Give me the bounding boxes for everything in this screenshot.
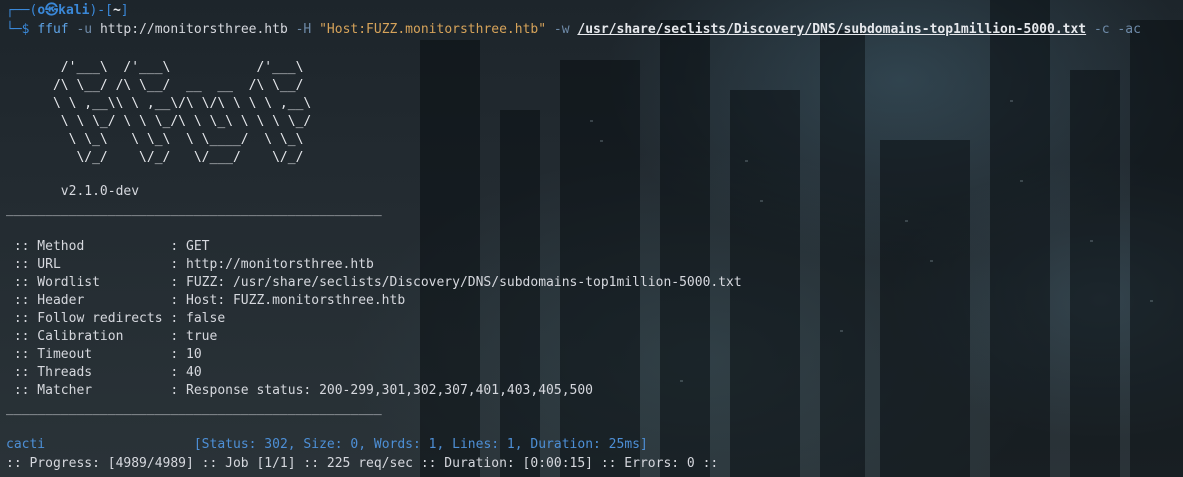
config-key: :: Threads : xyxy=(6,365,187,380)
config-key: :: Timeout : xyxy=(6,347,187,362)
config-value: true xyxy=(186,329,218,344)
command-line[interactable]: └─$ ffuf -u http://monitorsthree.htb -H … xyxy=(6,21,1141,39)
prompt-header: ┌──(o㉿kali)-[~] xyxy=(6,2,129,20)
config-method: :: Method : GET xyxy=(6,238,210,256)
target-url: http://monitorsthree.htb xyxy=(99,22,288,37)
banner-line: /'___\ /'___\ /'___\ xyxy=(6,60,304,75)
config-header: :: Header : Host: FUZZ.monitorsthree.htb xyxy=(6,292,405,310)
prompt-user: o㉿kali xyxy=(37,3,90,18)
config-threads: :: Threads : 40 xyxy=(6,364,202,382)
config-key: :: Matcher : xyxy=(6,383,187,398)
terminal-window[interactable]: ┌──(o㉿kali)-[~] └─$ ffuf -u http://monit… xyxy=(0,0,1183,477)
config-key: :: URL : xyxy=(6,257,187,272)
banner-line: \ \ ,__\\ \ ,__\/\ \/\ \ \ \ ,__\ xyxy=(6,96,312,111)
progress-status: :: Progress: [4989/4989] :: Job [1/1] ::… xyxy=(6,456,719,471)
prompt-directory: ~ xyxy=(112,3,121,18)
config-value: http://monitorsthree.htb xyxy=(186,257,374,272)
config-value: FUZZ: /usr/share/seclists/Discovery/DNS/… xyxy=(186,275,742,290)
result-padding xyxy=(45,437,194,452)
flag-ac: -ac xyxy=(1109,22,1141,37)
banner-line: \ \_\ \ \_\ \ \____/ \ \_\ xyxy=(6,132,304,147)
result-row: cacti [Status: 302, Size: 0, Words: 1, L… xyxy=(6,436,648,454)
config-value: Response status: 200-299,301,302,307,401… xyxy=(186,383,594,398)
result-subdomain: cacti xyxy=(6,437,46,452)
config-key: :: Method : xyxy=(6,239,187,254)
divider-bottom: ________________________________________… xyxy=(6,401,382,416)
divider-top: ________________________________________… xyxy=(6,202,382,217)
config-key: :: Calibration : xyxy=(6,329,187,344)
version-label: v2.1.0-dev xyxy=(6,184,140,199)
banner-line: \ \ \_/ \ \ \_/\ \ \_\ \ \ \ \_/ xyxy=(6,114,312,129)
host-header-arg: "Host:FUZZ.monitorsthree.htb" xyxy=(319,22,547,37)
config-url: :: URL : http://monitorsthree.htb xyxy=(6,256,374,274)
config-value: 40 xyxy=(186,365,202,380)
wordlist-path: /usr/share/seclists/Discovery/DNS/subdom… xyxy=(577,22,1087,37)
config-value: false xyxy=(186,311,226,326)
flag-w: -w xyxy=(546,22,578,37)
command-name: ffuf xyxy=(37,22,69,37)
config-timeout: :: Timeout : 10 xyxy=(6,346,202,364)
banner-line: /\ \__/ /\ \__/ __ __ /\ \__/ xyxy=(6,78,304,93)
config-matcher: :: Matcher : Response status: 200-299,30… xyxy=(6,382,593,400)
config-follow-redirects: :: Follow redirects : false xyxy=(6,310,225,328)
banner-line: \/_/ \/_/ \/___/ \/_/ xyxy=(6,150,304,165)
flag-u: -u xyxy=(68,22,100,37)
prompt-symbol: └─$ xyxy=(6,22,38,37)
flag-h: -H xyxy=(287,22,320,37)
config-key: :: Wordlist : xyxy=(6,275,187,290)
config-value: GET xyxy=(186,239,210,254)
result-status: [Status: 302, Size: 0, Words: 1, Lines: … xyxy=(193,437,648,452)
prompt-frame-top: ┌──( xyxy=(6,3,38,18)
prompt-separator: )-[ xyxy=(89,3,113,18)
flag-c: -c xyxy=(1086,22,1110,37)
config-key: :: Follow redirects : xyxy=(6,311,187,326)
config-value: Host: FUZZ.monitorsthree.htb xyxy=(186,293,406,308)
config-wordlist: :: Wordlist : FUZZ: /usr/share/seclists/… xyxy=(6,274,742,292)
prompt-bracket-end: ] xyxy=(120,3,129,18)
config-value: 10 xyxy=(186,347,202,362)
config-key: :: Header : xyxy=(6,293,187,308)
config-calibration: :: Calibration : true xyxy=(6,328,218,346)
